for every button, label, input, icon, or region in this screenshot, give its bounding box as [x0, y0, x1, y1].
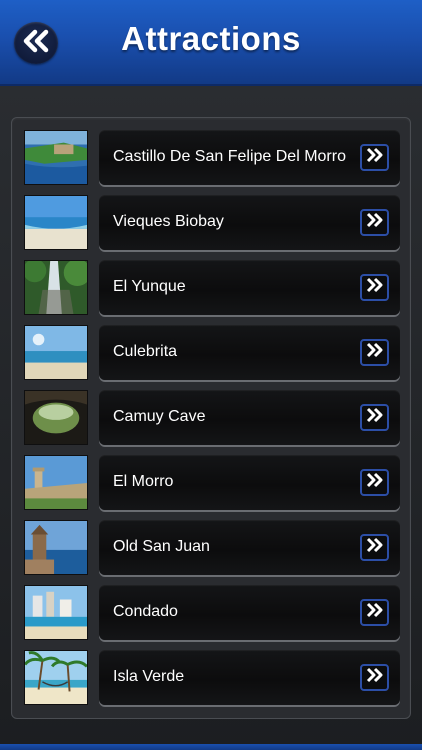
double-chevron-right-icon — [365, 667, 385, 688]
beach-thumbnail — [24, 325, 88, 380]
list-item[interactable]: Camuy Cave — [24, 390, 400, 447]
attraction-label: Condado — [113, 603, 178, 620]
attraction-label: Camuy Cave — [113, 408, 206, 425]
attraction-label: Castillo De San Felipe Del Morro — [113, 148, 346, 165]
double-chevron-right-icon — [365, 472, 385, 493]
double-chevron-right-icon — [365, 342, 385, 363]
attraction-button[interactable]: Culebrita — [99, 325, 400, 380]
list-item[interactable]: Vieques Biobay — [24, 195, 400, 252]
open-arrow-button[interactable] — [360, 274, 389, 301]
beach-thumbnail — [24, 195, 88, 250]
sentry-box-thumbnail — [24, 520, 88, 575]
list-item[interactable]: Culebrita — [24, 325, 400, 382]
fort-thumbnail — [24, 455, 88, 510]
list-item[interactable]: Condado — [24, 585, 400, 642]
bottom-bar — [0, 744, 422, 750]
double-chevron-right-icon — [365, 537, 385, 558]
waterfall-thumbnail — [24, 260, 88, 315]
attraction-button[interactable]: El Morro — [99, 455, 400, 510]
attraction-button[interactable]: Isla Verde — [99, 650, 400, 705]
open-arrow-button[interactable] — [360, 664, 389, 691]
attraction-button[interactable]: El Yunque — [99, 260, 400, 315]
double-chevron-right-icon — [365, 602, 385, 623]
double-chevron-right-icon — [365, 147, 385, 168]
city-beach-thumbnail — [24, 585, 88, 640]
attraction-label: El Morro — [113, 473, 174, 490]
list-item[interactable]: El Yunque — [24, 260, 400, 317]
attraction-label: Isla Verde — [113, 668, 185, 685]
palm-beach-thumbnail — [24, 650, 88, 705]
attraction-label: El Yunque — [113, 278, 186, 295]
header-bar: Attractions — [0, 0, 422, 86]
coastal-fort-thumbnail — [24, 130, 88, 185]
attraction-label: Vieques Biobay — [113, 213, 224, 230]
attractions-list: Castillo De San Felipe Del Morro Vieques… — [11, 117, 411, 719]
list-item[interactable]: Old San Juan — [24, 520, 400, 577]
attraction-button[interactable]: Condado — [99, 585, 400, 640]
list-item[interactable]: Castillo De San Felipe Del Morro — [24, 130, 400, 187]
open-arrow-button[interactable] — [360, 469, 389, 496]
open-arrow-button[interactable] — [360, 209, 389, 236]
double-chevron-right-icon — [365, 212, 385, 233]
page-title: Attractions — [121, 20, 301, 57]
attraction-label: Old San Juan — [113, 538, 210, 555]
open-arrow-button[interactable] — [360, 339, 389, 366]
attraction-label: Culebrita — [113, 343, 178, 360]
attraction-button[interactable]: Old San Juan — [99, 520, 400, 575]
attraction-button[interactable]: Castillo De San Felipe Del Morro — [99, 130, 400, 185]
double-chevron-right-icon — [365, 407, 385, 428]
open-arrow-button[interactable] — [360, 599, 389, 626]
open-arrow-button[interactable] — [360, 404, 389, 431]
open-arrow-button[interactable] — [360, 144, 389, 171]
open-arrow-button[interactable] — [360, 534, 389, 561]
list-item[interactable]: Isla Verde — [24, 650, 400, 707]
attraction-button[interactable]: Camuy Cave — [99, 390, 400, 445]
cave-thumbnail — [24, 390, 88, 445]
list-item[interactable]: El Morro — [24, 455, 400, 512]
attraction-button[interactable]: Vieques Biobay — [99, 195, 400, 250]
double-chevron-right-icon — [365, 277, 385, 298]
